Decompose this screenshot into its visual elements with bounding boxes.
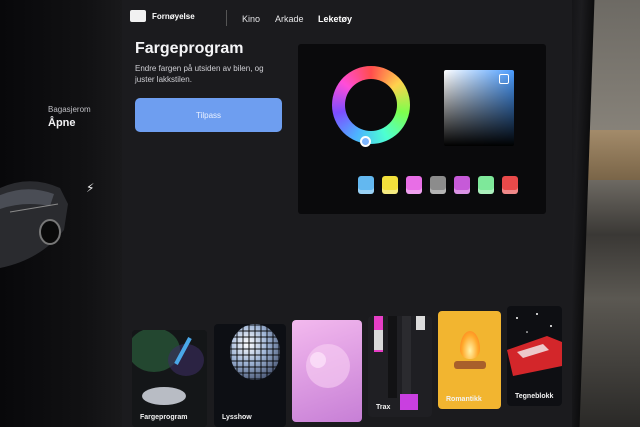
color-picker-panel — [298, 44, 546, 214]
nav-divider — [226, 10, 227, 26]
card-label: Lysshow — [222, 414, 252, 421]
piano-key — [416, 316, 425, 330]
card-label: Fargeprogram — [140, 414, 188, 421]
saturation-handle[interactable] — [499, 74, 509, 84]
toy-card-lysshow[interactable]: Lysshow — [214, 324, 286, 427]
toy-card-pink[interactable] — [292, 320, 362, 422]
color-swatch[interactable] — [430, 176, 446, 194]
card-label: Trax — [376, 404, 391, 411]
color-swatch[interactable] — [358, 176, 374, 194]
piano-key — [402, 316, 411, 398]
car-sketch-icon — [507, 313, 562, 376]
customize-button[interactable]: Tilpass — [135, 98, 282, 132]
brush-icon — [132, 330, 207, 427]
piano-key — [374, 330, 383, 350]
color-swatch[interactable] — [454, 176, 470, 194]
toy-card-romantikk[interactable]: Romantikk — [438, 311, 501, 409]
card-label: Tegneblokk — [515, 393, 554, 400]
charging-bolt-icon[interactable]: ⚡ — [86, 181, 94, 195]
section-title[interactable]: Fornøyelse — [152, 12, 195, 21]
tab-arkade[interactable]: Arkade — [275, 14, 304, 24]
touchscreen: Bagasjerom Åpne ⚡ Fornøyelse Kino Arkade… — [0, 0, 572, 427]
toy-card-trax[interactable]: Trax — [368, 316, 432, 417]
fire-icon — [460, 331, 480, 359]
top-navigation: Fornøyelse Kino Arkade Leketøy — [122, 0, 572, 36]
car-image — [0, 181, 68, 268]
color-swatch[interactable] — [502, 176, 518, 194]
piano-key — [388, 316, 397, 398]
color-swatch[interactable] — [478, 176, 494, 194]
color-swatch[interactable] — [382, 176, 398, 194]
toy-card-fargeprogram[interactable]: Fargeprogram — [132, 330, 207, 427]
vehicle-panel: Bagasjerom Åpne ⚡ — [0, 0, 122, 427]
hue-ring-center — [345, 79, 397, 131]
entertainment-icon — [130, 10, 146, 22]
trunk-open-button[interactable]: Åpne — [48, 117, 76, 129]
hue-ring[interactable] — [332, 66, 410, 144]
hue-handle[interactable] — [360, 136, 371, 147]
tab-kino[interactable]: Kino — [242, 14, 260, 24]
page-description: Endre fargen på utsiden av bilen, og jus… — [135, 64, 264, 84]
color-swatch[interactable] — [406, 176, 422, 194]
trunk-label: Bagasjerom — [48, 105, 91, 114]
disco-ball-icon — [230, 324, 280, 380]
toy-card-tegneblokk[interactable]: Tegneblokk — [507, 306, 562, 406]
tab-leketoy[interactable]: Leketøy — [318, 14, 352, 24]
bubble-icon — [306, 344, 350, 388]
card-label: Romantikk — [446, 396, 482, 403]
trax-pad — [400, 394, 418, 410]
page-title: Fargeprogram — [135, 40, 244, 57]
logs-icon — [454, 361, 486, 369]
